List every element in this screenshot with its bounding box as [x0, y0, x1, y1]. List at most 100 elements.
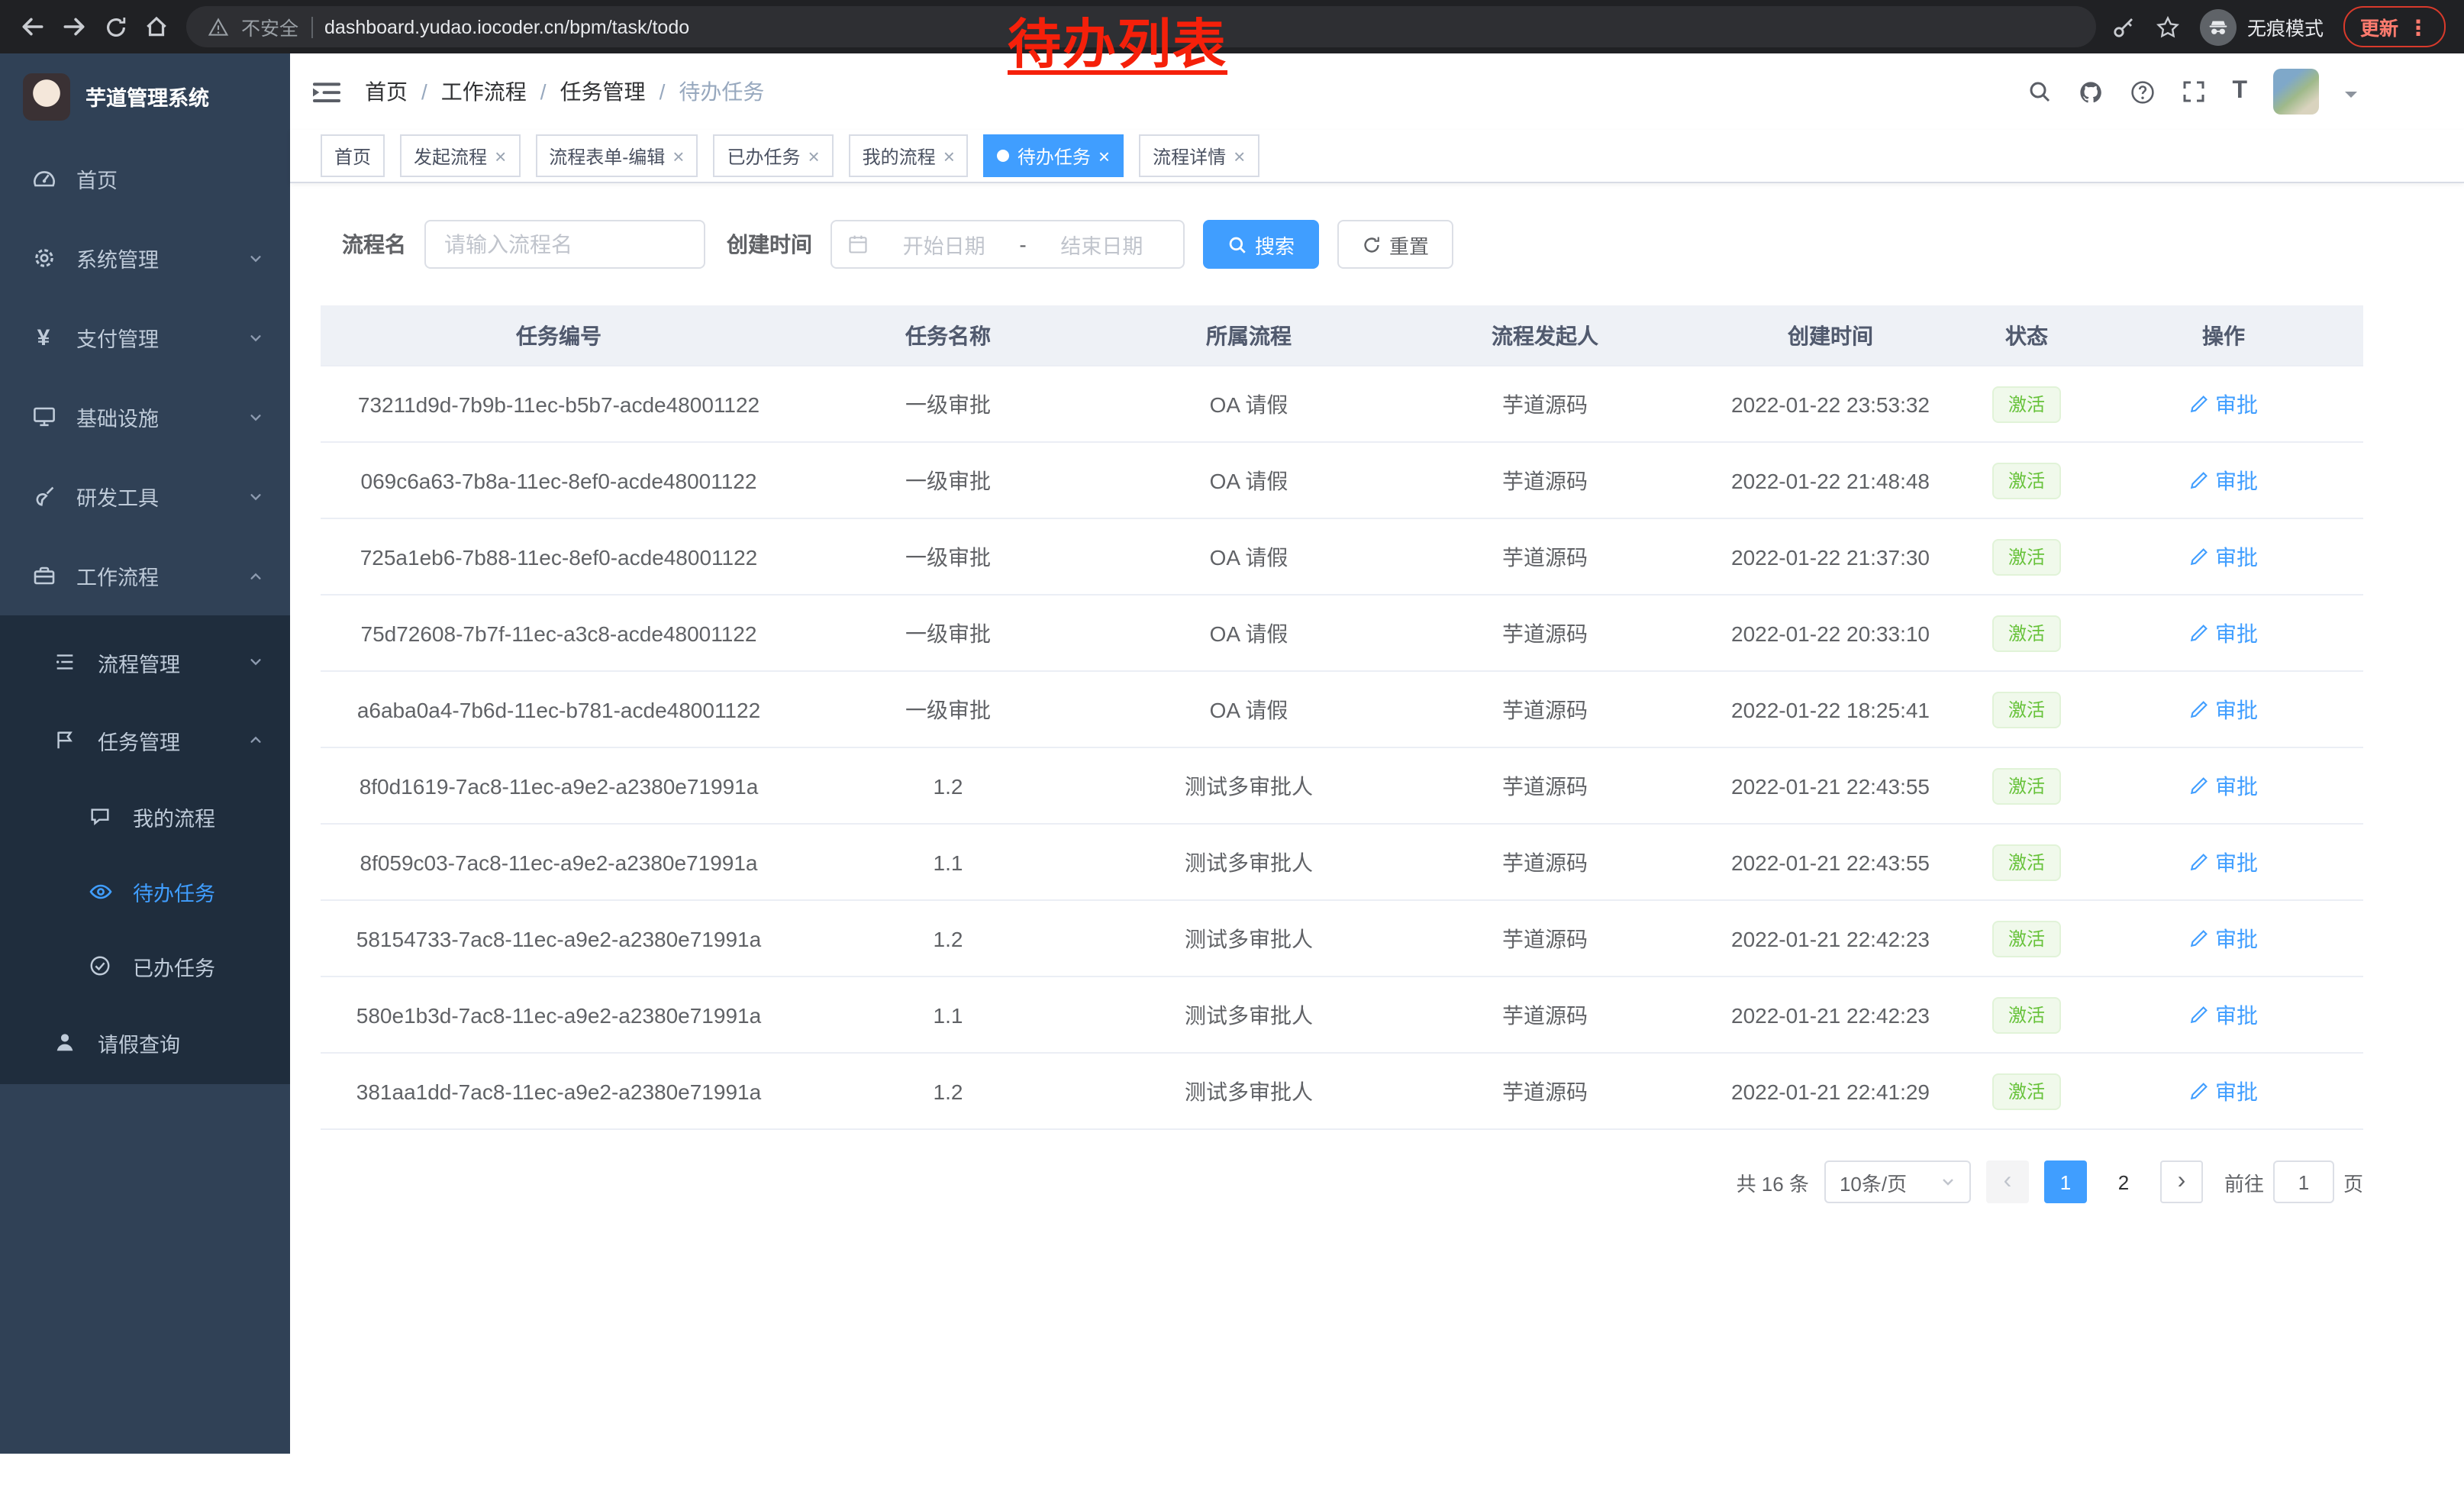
- approve-link[interactable]: 审批: [2189, 694, 2258, 725]
- tab-todo-task[interactable]: 待办任务 ×: [984, 134, 1124, 177]
- edit-icon: [2189, 623, 2209, 643]
- browser-refresh-button[interactable]: [95, 6, 136, 47]
- address-bar[interactable]: 不安全 dashboard.yudao.iocoder.cn/bpm/task/…: [186, 6, 2096, 47]
- search-icon[interactable]: [2027, 79, 2052, 104]
- close-icon[interactable]: ×: [808, 146, 819, 166]
- kebab-menu-icon[interactable]: ⋮: [2408, 16, 2429, 37]
- sidebar-item-process-management[interactable]: 流程管理: [0, 623, 290, 701]
- sidebar-item-workflow[interactable]: 工作流程: [0, 536, 290, 615]
- approve-label: 审批: [2215, 618, 2258, 648]
- close-icon[interactable]: ×: [1098, 146, 1110, 166]
- next-page-button[interactable]: ›: [2160, 1160, 2203, 1203]
- sidebar: 芋道管理系统 首页 系统管理 ¥ 支付管理: [0, 53, 290, 1454]
- close-icon[interactable]: ×: [943, 146, 955, 166]
- browser-update-button[interactable]: 更新 ⋮: [2343, 6, 2446, 47]
- browser-back-button[interactable]: [12, 6, 53, 47]
- sidebar-item-infrastructure[interactable]: 基础设施: [0, 377, 290, 457]
- pagination: 共 16 条 10条/页 ‹ 1 2 › 前往 页: [321, 1160, 2363, 1203]
- sidebar-item-task-management[interactable]: 任务管理: [0, 701, 290, 779]
- cell-process: 测试多审批人: [1099, 976, 1398, 1053]
- breadcrumb: 首页 / 工作流程 / 任务管理 / 待办任务: [365, 76, 764, 107]
- page-url: dashboard.yudao.iocoder.cn/bpm/task/todo: [324, 16, 689, 37]
- approve-link[interactable]: 审批: [2189, 389, 2258, 419]
- page-button-1[interactable]: 1: [2044, 1160, 2087, 1203]
- end-date-placeholder: 结束日期: [1036, 229, 1168, 260]
- edit-icon: [2189, 852, 2209, 872]
- cell-initiator: 芋道源码: [1398, 442, 1692, 518]
- browser-forward-button[interactable]: [53, 6, 95, 47]
- status-badge: 激活: [1993, 462, 2060, 499]
- sidebar-item-system-management[interactable]: 系统管理: [0, 218, 290, 298]
- tab-home[interactable]: 首页: [321, 134, 385, 177]
- fullscreen-icon[interactable]: [2182, 79, 2206, 104]
- cell-action: 审批: [2084, 518, 2363, 595]
- approve-link[interactable]: 审批: [2189, 847, 2258, 877]
- approve-link[interactable]: 审批: [2189, 999, 2258, 1030]
- tab-process-detail[interactable]: 流程详情 ×: [1139, 134, 1259, 177]
- col-initiator: 流程发起人: [1398, 305, 1692, 366]
- cell-task-name: 一级审批: [797, 671, 1099, 747]
- sidebar-item-label: 任务管理: [98, 725, 180, 755]
- tab-done-task[interactable]: 已办任务 ×: [713, 134, 833, 177]
- chat-bubble-icon: [87, 805, 113, 828]
- navbar-actions: T: [2027, 69, 2357, 115]
- range-separator: -: [1019, 232, 1026, 257]
- tab-form-edit[interactable]: 流程表单-编辑 ×: [535, 134, 698, 177]
- cell-status: 激活: [1969, 442, 2084, 518]
- search-button[interactable]: 搜索: [1203, 220, 1319, 269]
- approve-label: 审批: [2215, 923, 2258, 954]
- sidebar-logo[interactable]: 芋道管理系统: [0, 53, 290, 139]
- page-button-2[interactable]: 2: [2102, 1160, 2145, 1203]
- sidebar-item-my-process[interactable]: 我的流程: [0, 779, 290, 854]
- sidebar-item-home[interactable]: 首页: [0, 139, 290, 218]
- sidebar-item-done-task[interactable]: 已办任务: [0, 928, 290, 1003]
- start-date-placeholder: 开始日期: [878, 229, 1010, 260]
- font-size-icon[interactable]: T: [2232, 78, 2247, 105]
- process-name-input[interactable]: [424, 220, 705, 269]
- sidebar-item-dev-tools[interactable]: 研发工具: [0, 457, 290, 536]
- table-row: 381aa1dd-7ac8-11ec-a9e2-a2380e71991a 1.2…: [321, 1053, 2363, 1129]
- approve-link[interactable]: 审批: [2189, 1076, 2258, 1106]
- star-icon[interactable]: [2156, 15, 2180, 39]
- browser-home-button[interactable]: [136, 6, 177, 47]
- update-label: 更新: [2360, 12, 2398, 41]
- approve-link[interactable]: 审批: [2189, 541, 2258, 572]
- incognito-icon: [2200, 8, 2237, 45]
- hamburger-icon[interactable]: [313, 80, 340, 103]
- avatar[interactable]: [2273, 69, 2319, 115]
- breadcrumb-task-management[interactable]: 任务管理: [560, 76, 646, 107]
- help-icon[interactable]: [2130, 79, 2156, 105]
- approve-link[interactable]: 审批: [2189, 923, 2258, 954]
- approve-link[interactable]: 审批: [2189, 770, 2258, 801]
- tab-start-process[interactable]: 发起流程 ×: [400, 134, 520, 177]
- cell-task-id: a6aba0a4-7b6d-11ec-b781-acde48001122: [321, 671, 797, 747]
- tab-my-process[interactable]: 我的流程 ×: [849, 134, 969, 177]
- breadcrumb-home[interactable]: 首页: [365, 76, 408, 107]
- key-icon[interactable]: [2111, 15, 2136, 39]
- process-name-label: 流程名: [342, 229, 406, 260]
- sidebar-item-leave-query[interactable]: 请假查询: [0, 1003, 290, 1081]
- table-body: 73211d9d-7b9b-11ec-b5b7-acde48001122 一级审…: [321, 366, 2363, 1129]
- reset-button[interactable]: 重置: [1337, 220, 1453, 269]
- edit-icon: [2189, 1005, 2209, 1025]
- incognito-chip: 无痕模式: [2200, 8, 2324, 45]
- prev-page-button[interactable]: ‹: [1986, 1160, 2029, 1203]
- breadcrumb-workflow[interactable]: 工作流程: [441, 76, 527, 107]
- caret-down-icon[interactable]: [2345, 92, 2357, 104]
- github-icon[interactable]: [2078, 79, 2104, 105]
- table-row: 580e1b3d-7ac8-11ec-a9e2-a2380e71991a 1.1…: [321, 976, 2363, 1053]
- cell-task-name: 1.2: [797, 1053, 1099, 1129]
- edit-icon: [2189, 1081, 2209, 1101]
- approve-link[interactable]: 审批: [2189, 465, 2258, 495]
- close-icon[interactable]: ×: [1234, 146, 1245, 166]
- eye-icon: [87, 879, 113, 903]
- page-size-select[interactable]: 10条/页: [1824, 1160, 1971, 1203]
- approve-link[interactable]: 审批: [2189, 618, 2258, 648]
- close-icon[interactable]: ×: [672, 146, 684, 166]
- sidebar-item-payment-management[interactable]: ¥ 支付管理: [0, 298, 290, 377]
- page-content: 流程名 创建时间 开始日期 - 结束日期 搜索: [290, 183, 2464, 1203]
- goto-page-input[interactable]: [2273, 1160, 2334, 1203]
- close-icon[interactable]: ×: [495, 146, 506, 166]
- date-range-picker[interactable]: 开始日期 - 结束日期: [830, 220, 1185, 269]
- sidebar-item-todo-task[interactable]: 待办任务: [0, 854, 290, 928]
